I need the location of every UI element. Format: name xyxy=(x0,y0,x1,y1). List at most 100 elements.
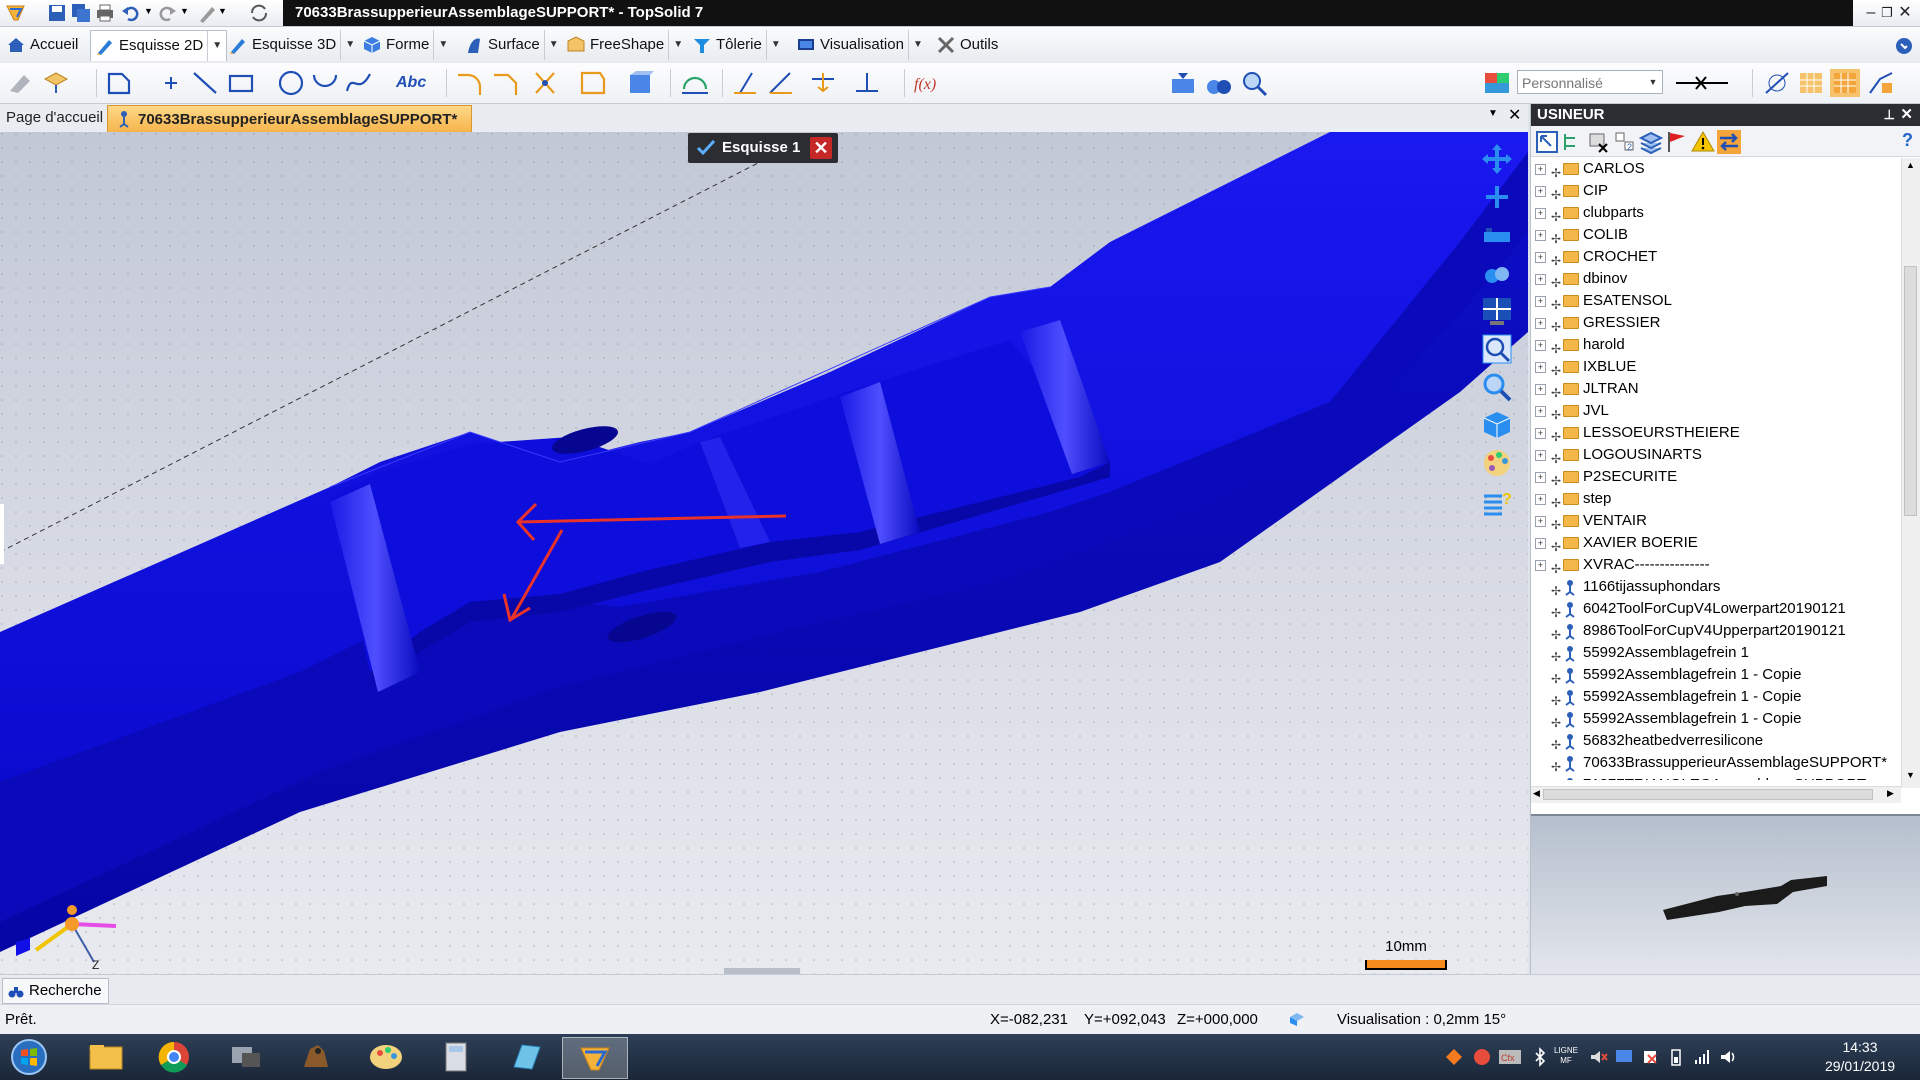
sketch-finish-icon[interactable] xyxy=(680,69,710,97)
expand-icon[interactable]: + xyxy=(1535,384,1546,395)
tree-folder-item[interactable]: + ✢ clubparts xyxy=(1531,202,1899,224)
view-tool-1-icon[interactable] xyxy=(1168,69,1198,97)
tree-document-item[interactable]: ✢ 8986ToolForCupV4Upperpart20190121 xyxy=(1531,620,1899,642)
panel-help-button[interactable]: ? xyxy=(1902,130,1913,151)
chevron-down-icon[interactable]: ▼ xyxy=(433,30,452,60)
layers-icon[interactable] xyxy=(1639,130,1663,154)
battery-icon[interactable] xyxy=(1666,1047,1686,1067)
tree-folder-item[interactable]: + ✢ dbinov xyxy=(1531,268,1899,290)
scroll-thumb[interactable] xyxy=(1904,266,1917,516)
expand-icon[interactable]: + xyxy=(1535,406,1546,417)
topsolid-logo-icon[interactable] xyxy=(4,2,28,24)
tray-volume-off-icon[interactable] xyxy=(1588,1047,1608,1067)
grid-tool-2-icon[interactable] xyxy=(1796,69,1826,97)
tab-list-icon[interactable]: ▼ xyxy=(1488,108,1498,119)
tab-active-document[interactable]: 70633BrassupperieurAssemblageSUPPORT* xyxy=(107,105,473,132)
tree-folder-item[interactable]: + ✢ VENTAIR xyxy=(1531,510,1899,532)
tab-esquisse-3d[interactable]: Esquisse 3D ▼ xyxy=(228,30,359,60)
tray-app-icon[interactable] xyxy=(1444,1047,1464,1067)
expand-icon[interactable]: + xyxy=(1535,296,1546,307)
flag-icon[interactable] xyxy=(1665,130,1689,154)
zoom-window-icon[interactable] xyxy=(1480,332,1514,366)
close-panel-icon[interactable]: ✕ xyxy=(1900,104,1913,126)
tree-folder-item[interactable]: + ✢ COLIB xyxy=(1531,224,1899,246)
trim-icon[interactable] xyxy=(530,69,560,97)
expand-icon[interactable]: + xyxy=(1535,494,1546,505)
line-icon[interactable] xyxy=(190,69,220,97)
sketch-mode-icon[interactable] xyxy=(42,69,72,97)
chevron-down-icon[interactable]: ▼ xyxy=(765,30,785,60)
remote-desktop-icon[interactable] xyxy=(218,1037,274,1077)
expand-icon[interactable]: + xyxy=(1535,538,1546,549)
view-tool-2-icon[interactable] xyxy=(1204,69,1234,97)
scroll-right-icon[interactable]: ▶ xyxy=(1887,788,1894,799)
chrome-icon[interactable] xyxy=(146,1037,202,1077)
volume-icon[interactable] xyxy=(1718,1047,1738,1067)
zoom-icon[interactable] xyxy=(1480,370,1514,404)
save-icon[interactable] xyxy=(46,3,68,23)
scroll-left-icon[interactable]: ◀ xyxy=(1533,788,1540,799)
pan-icon[interactable] xyxy=(1480,142,1514,176)
tree-document-item[interactable]: ✢ 55992Assemblagefrein 1 - Copie xyxy=(1531,686,1899,708)
network-icon[interactable] xyxy=(1692,1047,1712,1067)
grid-tool-4-icon[interactable] xyxy=(1866,69,1896,97)
axis-triad[interactable] xyxy=(16,884,116,974)
offset-icon[interactable] xyxy=(578,69,608,97)
tree-collapse-icon[interactable] xyxy=(1587,130,1611,154)
tray-display-icon[interactable] xyxy=(1614,1047,1634,1067)
tray-sync-icon[interactable] xyxy=(1472,1047,1492,1067)
layers-help-icon[interactable]: ? xyxy=(1480,484,1514,518)
expand-icon[interactable]: + xyxy=(1535,516,1546,527)
expand-icon[interactable]: + xyxy=(1535,472,1546,483)
grid-tool-3-icon[interactable] xyxy=(1830,69,1860,97)
chevron-down-icon[interactable]: ▼ xyxy=(543,30,563,60)
tree-folder-item[interactable]: + ✢ CARLOS xyxy=(1531,158,1899,180)
tree-folder-item[interactable]: + ✢ LESSOEURSTHEIERE xyxy=(1531,422,1899,444)
view-mode-icon[interactable] xyxy=(1288,1011,1306,1027)
expand-icon[interactable]: + xyxy=(1535,340,1546,351)
chevron-down-icon[interactable]: ▼ xyxy=(907,30,927,60)
tree-folder-item[interactable]: + ✢ JLTRAN xyxy=(1531,378,1899,400)
tree-document-item[interactable]: ✢ 55992Assemblagefrein 1 - Copie xyxy=(1531,708,1899,730)
refresh-icon[interactable] xyxy=(248,3,270,23)
rotate-view-icon[interactable] xyxy=(1480,256,1514,290)
palette-icon[interactable] xyxy=(1482,69,1512,97)
expand-icon[interactable]: + xyxy=(1535,362,1546,373)
calculator-icon[interactable] xyxy=(428,1037,484,1077)
eraser-icon[interactable] xyxy=(6,69,36,97)
arc-icon[interactable] xyxy=(310,69,340,97)
spline-icon[interactable] xyxy=(344,69,374,97)
language-indicator[interactable]: LIGNE MF xyxy=(1554,1046,1578,1066)
tab-surface[interactable]: Surface ▼ xyxy=(464,30,563,60)
constraint-angle-icon[interactable] xyxy=(766,69,796,97)
app-dog-icon[interactable] xyxy=(288,1037,344,1077)
chevron-down-icon[interactable]: ▼ xyxy=(1644,71,1662,93)
tree-horizontal-scrollbar[interactable]: ◀ ▶ xyxy=(1531,786,1901,803)
redo-icon[interactable] xyxy=(156,3,178,23)
tree-document-item[interactable]: ✢ 1166tijassuphondars xyxy=(1531,576,1899,598)
tree-document-item[interactable]: ✢ 55992Assemblagefrein 1 xyxy=(1531,642,1899,664)
tree-expand-icon[interactable] xyxy=(1561,130,1585,154)
tab-visualisation[interactable]: Visualisation ▼ xyxy=(796,30,927,60)
undo-dropdown-icon[interactable]: ▼ xyxy=(144,6,153,16)
help-icon[interactable] xyxy=(1895,37,1913,55)
tree-folder-item[interactable]: + ✢ GRESSIER xyxy=(1531,312,1899,334)
tree-folder-item[interactable]: + ✢ IXBLUE xyxy=(1531,356,1899,378)
expand-icon[interactable]: + xyxy=(1535,230,1546,241)
circle-icon[interactable] xyxy=(276,69,306,97)
close-window-button[interactable]: ✕ xyxy=(1892,2,1918,24)
part-scene[interactable] xyxy=(0,132,1528,974)
expand-icon[interactable]: + xyxy=(1535,252,1546,263)
start-button-icon[interactable] xyxy=(4,1037,54,1077)
tray-flag-icon[interactable] xyxy=(1640,1047,1660,1067)
scroll-down-icon[interactable]: ▼ xyxy=(1906,770,1915,780)
sort-icon[interactable]: 2 xyxy=(1613,130,1637,154)
topsolid-taskbar-icon[interactable] xyxy=(562,1037,628,1079)
expand-icon[interactable]: + xyxy=(1535,318,1546,329)
chevron-down-icon[interactable]: ▼ xyxy=(207,31,226,61)
point-icon[interactable] xyxy=(156,69,186,97)
chamfer-icon[interactable] xyxy=(490,69,520,97)
tree-document-item[interactable]: ✢ 70633BrassupperieurAssemblageSUPPORT* xyxy=(1531,752,1899,774)
line-style-icon[interactable] xyxy=(1672,69,1732,97)
expand-icon[interactable]: + xyxy=(1535,208,1546,219)
